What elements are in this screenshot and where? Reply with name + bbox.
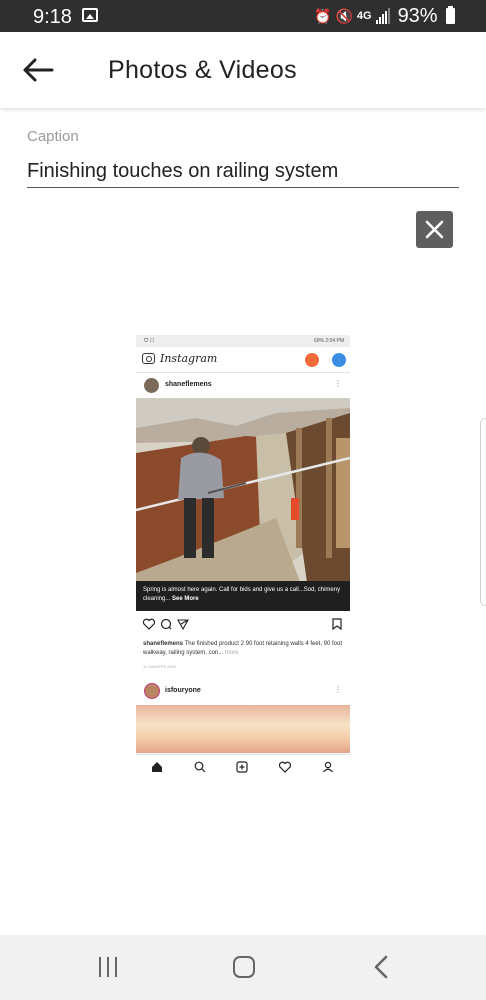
more-options-icon: ⋮ — [334, 379, 342, 388]
second-more-options-icon: ⋮ — [334, 685, 342, 694]
page-title: Photos & Videos — [108, 56, 297, 84]
system-navigation-bar — [0, 935, 486, 1000]
bookmark-icon — [332, 618, 342, 630]
gallery-notification-icon — [82, 8, 98, 22]
status-time: 9:18 — [33, 6, 72, 28]
status-icons: ⏰ 🔇 4G 93% — [314, 4, 455, 27]
caption-field[interactable] — [27, 156, 459, 188]
thumbnail-status-left: ᗜ ☐ — [144, 338, 155, 344]
comment-icon — [160, 618, 172, 630]
share-icon — [177, 619, 189, 630]
description-username: shaneflemens — [143, 641, 184, 647]
activity-icon — [279, 761, 291, 773]
second-post-username: isfouryone — [165, 687, 201, 694]
second-avatar — [144, 683, 160, 699]
add-post-icon — [236, 761, 248, 773]
network-type: 4G — [356, 10, 372, 22]
app-bar: Photos & Videos — [0, 32, 486, 108]
home-icon — [152, 762, 162, 772]
photo-caption-overlay: Spring is almost here again. Call for bi… — [136, 581, 350, 611]
alarm-icon: ⏰ — [314, 7, 332, 24]
like-icon — [143, 618, 155, 630]
thumbnail-status-bar: ᗜ ☐ 69% 2:04 PM — [136, 335, 350, 347]
post-actions — [143, 618, 343, 632]
back-arrow-icon[interactable] — [20, 54, 56, 86]
close-icon — [425, 220, 444, 239]
search-icon — [194, 761, 206, 773]
mute-icon: 🔇 — [335, 7, 353, 24]
thumbnail-app-header: Instagram — [136, 347, 350, 373]
stories-icon — [305, 353, 319, 367]
see-more-link: See More — [172, 596, 199, 602]
recents-button[interactable] — [98, 957, 120, 977]
battery-icon — [445, 6, 455, 24]
post-username: shaneflemens — [165, 381, 212, 388]
signal-icon — [375, 8, 390, 24]
edge-panel-handle[interactable] — [480, 418, 486, 606]
attached-screenshot: ᗜ ☐ 69% 2:04 PM Instagram shaneflemens ⋮ — [136, 335, 350, 779]
back-button[interactable] — [372, 955, 390, 979]
status-bar: 9:18 ⏰ 🔇 4G 93% — [0, 0, 486, 32]
profile-icon — [323, 761, 333, 773]
battery-percent: 93% — [397, 4, 438, 27]
construction-photo — [136, 398, 350, 611]
second-post-header: isfouryone ⋮ — [136, 681, 350, 703]
description-more-link: more — [224, 650, 239, 656]
avatar — [144, 378, 159, 393]
direct-message-icon — [332, 353, 346, 367]
post-photo: Spring is almost here again. Call for bi… — [136, 398, 350, 611]
post-time-ago: 11 MINUTES AGO — [143, 664, 177, 669]
post-description: shaneflemens The finished product 2 90 f… — [143, 640, 343, 658]
caption-label: Caption — [27, 128, 79, 145]
camera-icon — [142, 353, 155, 364]
second-post-photo — [136, 705, 350, 753]
thumbnail-bottom-nav — [136, 754, 350, 779]
home-button[interactable] — [233, 956, 255, 978]
instagram-logo: Instagram — [160, 352, 218, 365]
thumbnail-status-right: 69% 2:04 PM — [313, 338, 344, 344]
remove-attachment-button[interactable] — [416, 211, 453, 248]
thumbnail-post-header: shaneflemens ⋮ — [136, 375, 350, 397]
